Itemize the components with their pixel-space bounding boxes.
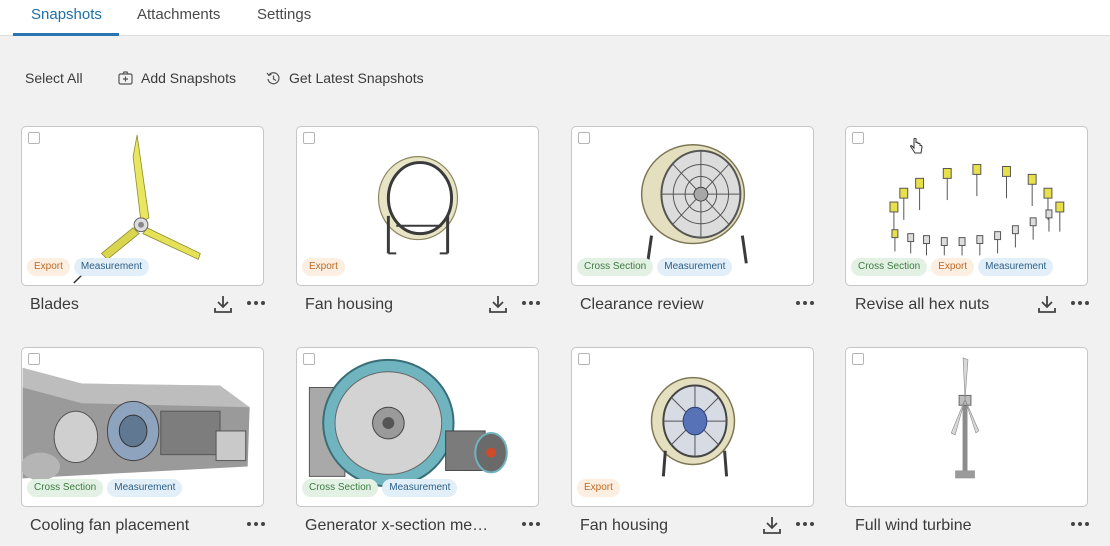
history-icon — [266, 71, 280, 84]
snapshot-card[interactable]: Cross Section Export Measurement — [845, 126, 1088, 286]
tag-export: Export — [302, 258, 345, 276]
card-checkbox[interactable] — [578, 132, 590, 144]
card-title[interactable]: Fan housing — [305, 296, 493, 314]
card-checkbox[interactable] — [852, 353, 864, 365]
more-options-icon[interactable] — [1070, 293, 1090, 313]
tag-list: Export — [302, 258, 349, 276]
tab-attachments[interactable]: Attachments — [137, 0, 220, 36]
select-all-button[interactable]: Select All — [25, 68, 83, 88]
card-title[interactable]: Clearance review — [580, 296, 768, 314]
add-snapshots-label: Add Snapshots — [141, 70, 236, 86]
tag-list: Cross Section Export Measurement — [851, 258, 1057, 276]
get-latest-snapshots-button[interactable]: Get Latest Snapshots — [266, 68, 424, 88]
tag-cross-section: Cross Section — [851, 258, 928, 276]
tag-cross-section: Cross Section — [27, 479, 104, 497]
more-options-icon[interactable] — [795, 293, 815, 313]
download-icon[interactable] — [762, 515, 782, 535]
snapshot-card[interactable]: Cross Section Measurement — [296, 347, 539, 507]
card-checkbox[interactable] — [578, 353, 590, 365]
tag-measurement: Measurement — [657, 258, 733, 276]
card-title[interactable]: Full wind turbine — [855, 517, 1043, 535]
tag-export: Export — [931, 258, 975, 276]
card-checkbox[interactable] — [303, 353, 315, 365]
add-snapshots-button[interactable]: Add Snapshots — [118, 68, 236, 88]
download-icon[interactable] — [213, 294, 233, 314]
tag-measurement: Measurement — [107, 479, 183, 497]
card-title[interactable]: Revise all hex nuts — [855, 296, 1043, 314]
tag-export: Export — [27, 258, 70, 276]
card-checkbox[interactable] — [28, 132, 40, 144]
more-options-icon[interactable] — [1070, 514, 1090, 534]
snapshot-card[interactable] — [845, 347, 1088, 507]
tag-list: Cross Section Measurement — [27, 479, 186, 497]
tag-cross-section: Cross Section — [302, 479, 379, 497]
tab-snapshots[interactable]: Snapshots — [31, 0, 102, 36]
snapshot-card[interactable]: Export — [571, 347, 814, 507]
snapshot-card[interactable]: Cross Section Measurement — [21, 347, 264, 507]
more-options-icon[interactable] — [246, 293, 266, 313]
tag-list: Cross Section Measurement — [302, 479, 461, 497]
more-options-icon[interactable] — [521, 293, 541, 313]
card-title[interactable]: Generator x-section me… — [305, 517, 493, 535]
tag-list: Export Measurement — [27, 258, 153, 276]
active-tab-indicator — [13, 33, 119, 36]
more-options-icon[interactable] — [521, 514, 541, 534]
tag-export: Export — [577, 479, 620, 497]
card-checkbox[interactable] — [28, 353, 40, 365]
snapshot-card[interactable]: Export Measurement — [21, 126, 264, 286]
card-title[interactable]: Fan housing — [580, 517, 768, 535]
card-title[interactable]: Cooling fan placement — [30, 517, 218, 535]
more-options-icon[interactable] — [795, 514, 815, 534]
tag-measurement: Measurement — [382, 479, 458, 497]
tab-bar: Snapshots Attachments Settings — [0, 0, 1110, 36]
download-icon[interactable] — [488, 294, 508, 314]
card-title[interactable]: Blades — [30, 296, 218, 314]
more-options-icon[interactable] — [246, 514, 266, 534]
wind-turbine-thumbnail — [950, 357, 980, 479]
tab-settings[interactable]: Settings — [257, 0, 311, 36]
select-all-label: Select All — [25, 70, 83, 86]
tag-measurement: Measurement — [73, 258, 150, 276]
camera-plus-icon — [118, 71, 133, 85]
tag-list: Cross Section Measurement — [577, 258, 736, 276]
download-icon[interactable] — [1037, 294, 1057, 314]
card-checkbox[interactable] — [303, 132, 315, 144]
tag-measurement: Measurement — [978, 258, 1054, 276]
card-checkbox[interactable] — [852, 132, 864, 144]
tag-cross-section: Cross Section — [577, 258, 654, 276]
snapshot-card[interactable]: Export — [296, 126, 539, 286]
snapshot-card[interactable]: Cross Section Measurement — [571, 126, 814, 286]
get-latest-snapshots-label: Get Latest Snapshots — [289, 70, 424, 86]
hand-cursor-icon — [910, 138, 923, 154]
tag-list: Export — [577, 479, 624, 497]
